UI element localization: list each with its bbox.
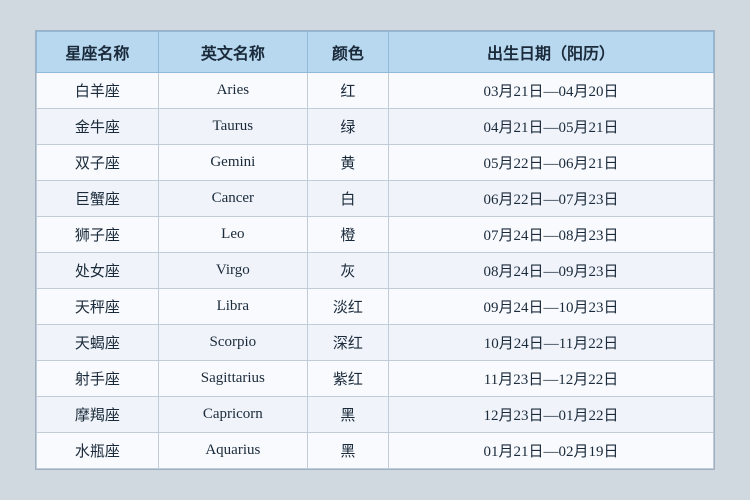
cell-birth-date: 04月21日—05月21日 [389,109,714,145]
cell-chinese-name: 金牛座 [37,109,159,145]
cell-english-name: Leo [158,217,307,253]
zodiac-table-container: 星座名称 英文名称 颜色 出生日期（阳历） 白羊座Aries红03月21日—04… [35,30,715,470]
cell-birth-date: 07月24日—08月23日 [389,217,714,253]
header-color: 颜色 [307,32,388,73]
table-row: 天秤座Libra淡红09月24日—10月23日 [37,289,714,325]
table-row: 双子座Gemini黄05月22日—06月21日 [37,145,714,181]
cell-chinese-name: 天秤座 [37,289,159,325]
cell-chinese-name: 天蝎座 [37,325,159,361]
cell-birth-date: 05月22日—06月21日 [389,145,714,181]
cell-birth-date: 03月21日—04月20日 [389,73,714,109]
cell-english-name: Libra [158,289,307,325]
cell-birth-date: 01月21日—02月19日 [389,433,714,469]
cell-color: 黑 [307,397,388,433]
cell-birth-date: 11月23日—12月22日 [389,361,714,397]
table-row: 水瓶座Aquarius黑01月21日—02月19日 [37,433,714,469]
cell-birth-date: 12月23日—01月22日 [389,397,714,433]
cell-english-name: Sagittarius [158,361,307,397]
header-chinese-name: 星座名称 [37,32,159,73]
cell-english-name: Aquarius [158,433,307,469]
cell-english-name: Aries [158,73,307,109]
table-body: 白羊座Aries红03月21日—04月20日金牛座Taurus绿04月21日—0… [37,73,714,469]
header-english-name: 英文名称 [158,32,307,73]
cell-english-name: Capricorn [158,397,307,433]
table-row: 巨蟹座Cancer白06月22日—07月23日 [37,181,714,217]
cell-color: 橙 [307,217,388,253]
cell-birth-date: 09月24日—10月23日 [389,289,714,325]
cell-chinese-name: 摩羯座 [37,397,159,433]
cell-color: 灰 [307,253,388,289]
cell-chinese-name: 水瓶座 [37,433,159,469]
cell-color: 黑 [307,433,388,469]
cell-chinese-name: 处女座 [37,253,159,289]
cell-english-name: Scorpio [158,325,307,361]
cell-chinese-name: 双子座 [37,145,159,181]
cell-chinese-name: 巨蟹座 [37,181,159,217]
cell-english-name: Virgo [158,253,307,289]
table-row: 狮子座Leo橙07月24日—08月23日 [37,217,714,253]
cell-chinese-name: 狮子座 [37,217,159,253]
table-row: 白羊座Aries红03月21日—04月20日 [37,73,714,109]
table-row: 摩羯座Capricorn黑12月23日—01月22日 [37,397,714,433]
cell-color: 深红 [307,325,388,361]
header-birth-date: 出生日期（阳历） [389,32,714,73]
cell-color: 黄 [307,145,388,181]
cell-chinese-name: 白羊座 [37,73,159,109]
cell-birth-date: 08月24日—09月23日 [389,253,714,289]
zodiac-table: 星座名称 英文名称 颜色 出生日期（阳历） 白羊座Aries红03月21日—04… [36,31,714,469]
table-row: 处女座Virgo灰08月24日—09月23日 [37,253,714,289]
cell-chinese-name: 射手座 [37,361,159,397]
table-row: 天蝎座Scorpio深红10月24日—11月22日 [37,325,714,361]
cell-color: 红 [307,73,388,109]
cell-color: 淡红 [307,289,388,325]
table-header-row: 星座名称 英文名称 颜色 出生日期（阳历） [37,32,714,73]
table-row: 射手座Sagittarius紫红11月23日—12月22日 [37,361,714,397]
cell-english-name: Taurus [158,109,307,145]
cell-english-name: Cancer [158,181,307,217]
cell-color: 绿 [307,109,388,145]
cell-english-name: Gemini [158,145,307,181]
cell-birth-date: 06月22日—07月23日 [389,181,714,217]
cell-birth-date: 10月24日—11月22日 [389,325,714,361]
cell-color: 紫红 [307,361,388,397]
cell-color: 白 [307,181,388,217]
table-row: 金牛座Taurus绿04月21日—05月21日 [37,109,714,145]
